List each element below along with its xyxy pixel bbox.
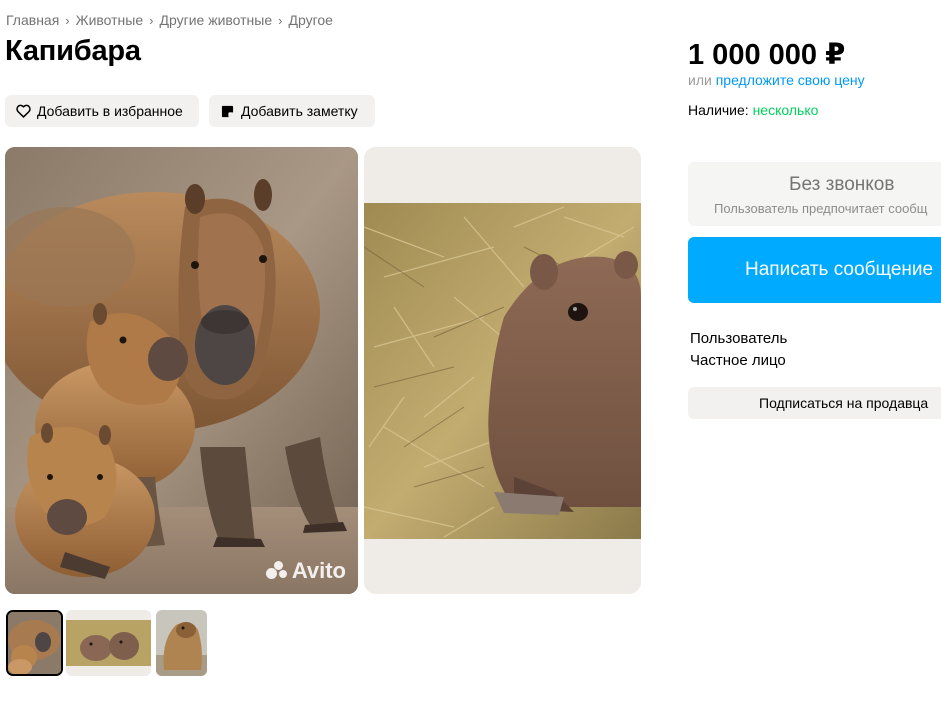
gallery-thumbnail-1[interactable]	[6, 610, 63, 676]
note-icon	[219, 103, 235, 119]
listing-page: Главная › Животные › Другие животные › Д…	[0, 0, 941, 706]
chevron-right-icon: ›	[278, 12, 283, 28]
add-to-favorites-button[interactable]: Добавить в избранное	[5, 95, 199, 127]
subscribe-seller-button[interactable]: Подписаться на продавца	[688, 387, 941, 419]
availability-label: Наличие:	[688, 102, 749, 118]
listing-title: Капибара	[5, 35, 141, 67]
chevron-right-icon: ›	[65, 12, 70, 28]
seller-type: Частное лицо	[690, 352, 786, 369]
subscribe-seller-label: Подписаться на продавца	[759, 395, 929, 411]
no-calls-notice: Без звонков Пользователь предпочитает со…	[688, 162, 941, 226]
seller-name[interactable]: Пользователь	[690, 330, 787, 347]
no-calls-subtitle: Пользователь предпочитает сообщ	[714, 201, 928, 216]
price-offer: или предложите свою цену	[688, 72, 865, 88]
breadcrumb-item-home[interactable]: Главная	[6, 12, 59, 28]
capybara-hay-image	[364, 147, 641, 594]
capybara-family-image	[5, 147, 358, 594]
avito-logo-icon	[265, 561, 290, 581]
add-note-button[interactable]: Добавить заметку	[209, 95, 375, 127]
watermark-text: Avito	[291, 558, 346, 583]
secondary-photo[interactable]	[364, 147, 641, 594]
availability-value: несколько	[752, 102, 819, 118]
add-to-favorites-label: Добавить в избранное	[37, 103, 183, 119]
main-photo[interactable]: Avito	[5, 147, 358, 594]
breadcrumb: Главная › Животные › Другие животные › Д…	[6, 12, 333, 28]
chevron-right-icon: ›	[149, 12, 154, 28]
add-note-label: Добавить заметку	[241, 103, 358, 119]
avito-watermark: Avito	[265, 558, 346, 584]
write-message-label: Написать сообщение	[745, 259, 934, 280]
gallery-thumbnail-2[interactable]	[66, 610, 151, 676]
price: 1 000 000 ₽	[688, 39, 846, 71]
heart-icon	[15, 103, 31, 119]
breadcrumb-item-animals[interactable]: Животные	[76, 12, 144, 28]
thumbnail-image	[156, 610, 207, 676]
thumbnail-image	[8, 612, 61, 674]
breadcrumb-item-other[interactable]: Другое	[288, 12, 332, 28]
breadcrumb-item-other-animals[interactable]: Другие животные	[159, 12, 272, 28]
offer-prefix: или	[688, 72, 712, 88]
suggest-price-link[interactable]: предложите свою цену	[716, 72, 865, 88]
write-message-button[interactable]: Написать сообщение	[688, 237, 941, 303]
gallery-thumbnail-3[interactable]	[156, 610, 207, 676]
thumbnail-image	[66, 610, 151, 676]
no-calls-title: Без звонков	[789, 174, 895, 195]
availability: Наличие: несколько	[688, 102, 818, 118]
